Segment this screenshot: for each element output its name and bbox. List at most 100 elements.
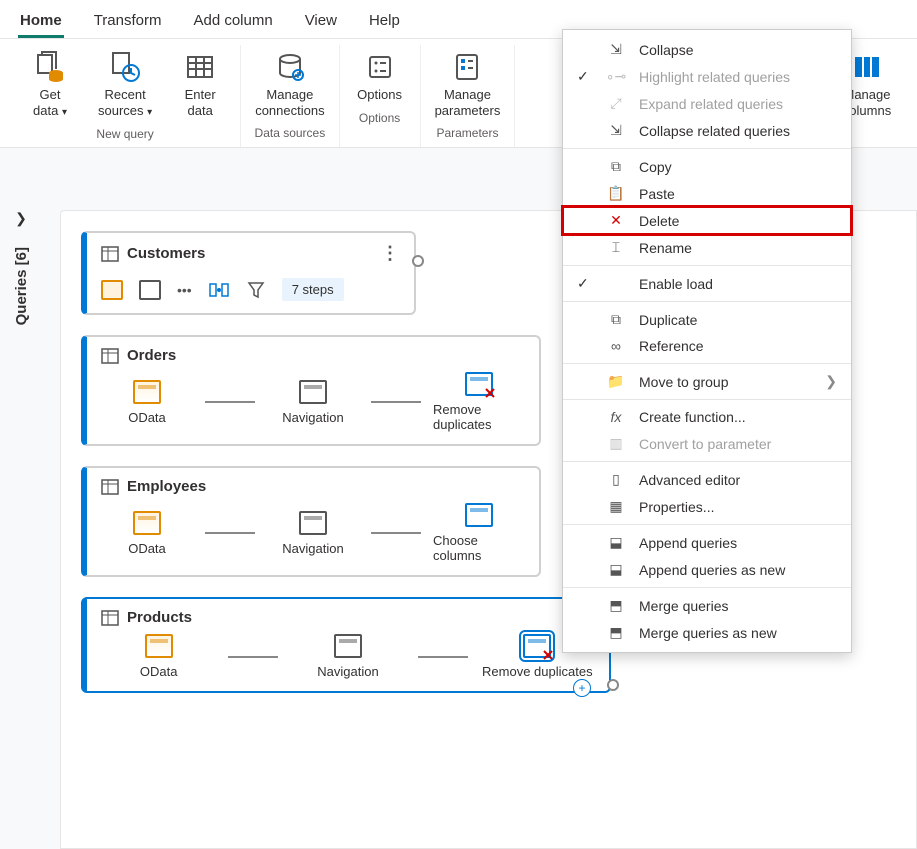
- context-menu: ⇲Collapse ✓∘⊸Highlight related queries ⤢…: [562, 29, 852, 653]
- tab-view[interactable]: View: [303, 6, 339, 38]
- queries-label[interactable]: Queries [6]: [13, 247, 30, 325]
- parameter-icon: ▥: [605, 435, 627, 452]
- properties-icon: ▦: [605, 498, 627, 515]
- options-label: Options: [357, 87, 402, 103]
- step-icon: [139, 280, 161, 300]
- step-choose-columns[interactable]: Choose columns: [433, 503, 525, 563]
- rename-icon: ⌶: [605, 239, 627, 256]
- append-new-icon: ⬓: [605, 561, 627, 578]
- collapse-rel-icon: ⇲: [605, 122, 627, 139]
- recent-sources-button[interactable]: Recent sources ▾: [94, 45, 156, 123]
- query-card-orders[interactable]: Orders OData Navigation Remove duplicate…: [81, 335, 541, 446]
- step-odata[interactable]: OData: [101, 634, 216, 679]
- ellipsis-icon: •••: [177, 282, 192, 298]
- ctx-create-function[interactable]: fxCreate function...: [563, 404, 851, 430]
- output-node[interactable]: [607, 679, 619, 691]
- ctx-append-queries-new[interactable]: ⬓Append queries as new: [563, 556, 851, 583]
- query-card-products[interactable]: Products OData Navigation Remove duplica…: [81, 597, 611, 693]
- merge-icon: [208, 280, 230, 300]
- copy-icon: ⧉: [605, 158, 627, 175]
- ctx-rename[interactable]: ⌶Rename: [563, 234, 851, 261]
- ctx-move-to-group[interactable]: 📁Move to group❯: [563, 368, 851, 395]
- manage-parameters-button[interactable]: Manage parameters: [431, 45, 505, 122]
- parameters-icon: [449, 49, 485, 85]
- queries-rail: ❯ Queries [6]: [6, 210, 36, 325]
- database-icon: [32, 49, 68, 85]
- expand-icon: ⤢: [605, 95, 627, 112]
- group-label-options: Options: [359, 107, 400, 131]
- ctx-duplicate[interactable]: ⧉Duplicate: [563, 306, 851, 333]
- ctx-paste[interactable]: 📋Paste: [563, 180, 851, 207]
- enter-data-label: Enter data: [185, 87, 216, 118]
- step-navigation[interactable]: Navigation: [267, 511, 359, 556]
- tab-add-column[interactable]: Add column: [191, 6, 274, 38]
- step-odata[interactable]: OData: [101, 511, 193, 556]
- table-icon: [101, 246, 119, 262]
- tab-transform[interactable]: Transform: [92, 6, 164, 38]
- duplicate-icon: ⧉: [605, 311, 627, 328]
- step-odata[interactable]: OData: [101, 380, 193, 425]
- query-title: Orders: [127, 347, 176, 364]
- step-navigation[interactable]: Navigation: [290, 634, 405, 679]
- ctx-merge-queries-new[interactable]: ⬒Merge queries as new: [563, 619, 851, 646]
- recent-icon: [107, 49, 143, 85]
- steps-badge[interactable]: 7 steps: [282, 278, 344, 301]
- append-icon: ⬓: [605, 534, 627, 551]
- source-icon: [101, 280, 123, 300]
- add-step-button[interactable]: +: [573, 679, 591, 697]
- ctx-reference[interactable]: ∞Reference: [563, 333, 851, 359]
- table-icon: [182, 49, 218, 85]
- enter-data-button[interactable]: Enter data: [170, 45, 230, 123]
- ctx-merge-queries[interactable]: ⬒Merge queries: [563, 592, 851, 619]
- ctx-advanced-editor[interactable]: ▯Advanced editor: [563, 466, 851, 493]
- group-label-new-query: New query: [96, 123, 153, 147]
- ctx-expand-related: ⤢Expand related queries: [563, 90, 851, 117]
- more-menu-button[interactable]: ⋮: [381, 243, 400, 264]
- query-title: Customers: [127, 245, 205, 262]
- ribbon-group-new-query: Get data ▾ Recent sources ▾ Enter data N…: [10, 45, 241, 147]
- reference-icon: ∞: [605, 338, 627, 354]
- ctx-collapse[interactable]: ⇲Collapse: [563, 36, 851, 63]
- paste-icon: 📋: [605, 185, 627, 202]
- output-node[interactable]: [412, 255, 424, 267]
- tab-home[interactable]: Home: [18, 6, 64, 38]
- query-title: Employees: [127, 478, 206, 495]
- table-icon: [101, 610, 119, 626]
- manage-connections-button[interactable]: Manage connections: [251, 45, 328, 122]
- query-card-employees[interactable]: Employees OData Navigation Choose column…: [81, 466, 541, 577]
- tab-help[interactable]: Help: [367, 6, 402, 38]
- step-navigation[interactable]: Navigation: [267, 380, 359, 425]
- options-icon: [362, 49, 398, 85]
- filter-icon: [246, 280, 266, 300]
- fx-icon: fx: [605, 409, 627, 425]
- editor-icon: ▯: [605, 471, 627, 488]
- connections-icon: [272, 49, 308, 85]
- merge-new-icon: ⬒: [605, 624, 627, 641]
- get-data-label: Get data ▾: [33, 87, 67, 119]
- columns-icon: [849, 49, 885, 85]
- get-data-button[interactable]: Get data ▾: [20, 45, 80, 123]
- ctx-properties[interactable]: ▦Properties...: [563, 493, 851, 520]
- ctx-append-queries[interactable]: ⬓Append queries: [563, 529, 851, 556]
- query-card-customers[interactable]: Customers ⋮ ••• 7 steps: [81, 231, 416, 315]
- group-label-data-sources: Data sources: [255, 122, 326, 146]
- ctx-copy[interactable]: ⧉Copy: [563, 153, 851, 180]
- recent-sources-label: Recent sources ▾: [98, 87, 152, 119]
- highlight-icon: ∘⊸: [605, 68, 627, 85]
- step-remove-duplicates[interactable]: Remove duplicates: [433, 372, 525, 432]
- table-icon: [101, 479, 119, 495]
- ctx-delete[interactable]: ✕Delete: [563, 207, 851, 234]
- table-icon: [101, 348, 119, 364]
- ribbon-group-parameters: Manage parameters Parameters: [421, 45, 516, 147]
- ribbon-group-data-sources: Manage connections Data sources: [241, 45, 339, 147]
- delete-icon: ✕: [605, 212, 627, 229]
- ctx-convert-parameter: ▥Convert to parameter: [563, 430, 851, 457]
- ctx-collapse-related[interactable]: ⇲Collapse related queries: [563, 117, 851, 144]
- options-button[interactable]: Options: [350, 45, 410, 107]
- merge-icon: ⬒: [605, 597, 627, 614]
- chevron-right-icon: ❯: [825, 373, 837, 390]
- group-label-parameters: Parameters: [436, 122, 498, 146]
- ctx-enable-load[interactable]: ✓Enable load: [563, 270, 851, 297]
- ribbon-group-options: Options Options: [340, 45, 421, 147]
- expand-queries-button[interactable]: ❯: [15, 210, 27, 227]
